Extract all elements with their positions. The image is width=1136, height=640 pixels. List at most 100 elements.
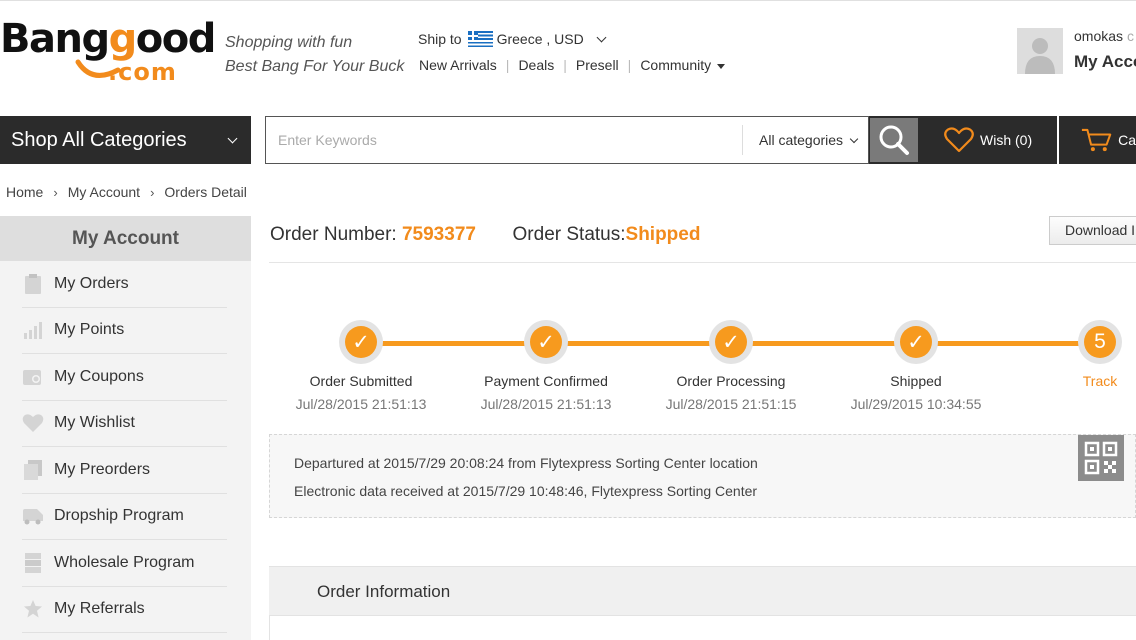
order-number: 7593377 [401,224,476,245]
cart-label: Ca [1118,132,1136,148]
wishlist-button[interactable]: Wish (0) [920,116,1057,164]
breadcrumb-arrow-icon: › [53,184,58,200]
shop-all-label: Shop All Categories [11,129,187,151]
step-label: Order Processing [676,373,786,389]
caret-down-icon [717,63,726,69]
breadcrumb-my-account[interactable]: My Account [68,184,140,200]
step-circle: ✓ [894,320,938,364]
user-silhouette-icon [1017,28,1063,74]
breadcrumb: Home › My Account › Orders Detail [6,184,247,200]
order-information-header: Order Information [269,566,1136,616]
sidebar-item-dropship-program[interactable]: Dropship Program [22,494,227,540]
username[interactable]: omokas c [1074,28,1134,44]
nav-presell[interactable]: Presell [576,57,619,73]
clipboard-icon [22,273,44,295]
sidebar-title: My Account [0,216,251,261]
cart-button[interactable]: Ca [1059,116,1136,164]
sidebar-item-my-preorders[interactable]: My Preorders [22,447,227,494]
my-account-link[interactable]: My Acco [1074,52,1136,72]
progress-step-processing: ✓ Order Processing Jul/28/2015 21:51:15 [631,320,831,412]
shop-all-categories-button[interactable]: Shop All Categories [0,116,251,164]
slogan: Shopping with fun Best Bang For Your Buc… [225,31,404,79]
step-label: Shipped [890,373,942,389]
nav-new-arrivals[interactable]: New Arrivals [419,57,497,73]
breadcrumb-home[interactable]: Home [6,184,43,200]
avatar[interactable] [1017,28,1063,74]
check-icon: ✓ [715,326,747,358]
sidebar-item-label: Wholesale Program [54,553,195,571]
sidebar-item-wholesale-program[interactable]: Wholesale Program [22,540,227,587]
category-select-value: All categories [759,132,844,148]
sidebar-item-my-referrals[interactable]: My Referrals [22,587,227,633]
step-circle: ✓ [524,320,568,364]
banggood-logo[interactable]: Banggood .com [0,16,216,86]
step-number: 5 [1084,326,1116,358]
greece-flag-icon [467,31,493,47]
username-suffix: c [1127,28,1135,44]
nav-separator: | [627,57,632,73]
nav-community[interactable]: Community [640,57,726,73]
tracking-line: Departured at 2015/7/29 20:08:24 from Fl… [294,455,758,471]
wishlist-label: Wish (0) [980,132,1033,148]
breadcrumb-arrow-icon: › [150,184,155,200]
top-border [0,0,1136,1]
username-text: omokas [1074,28,1124,44]
account-sidebar: My Account My Orders My Points My Coupon… [0,216,251,640]
step-label: Payment Confirmed [484,373,608,389]
tracking-line: Electronic data received at 2015/7/29 10… [294,483,758,499]
chevron-down-icon [596,32,607,42]
nav-deals[interactable]: Deals [518,57,554,73]
step-time: Jul/29/2015 10:34:55 [850,396,982,412]
star-icon [22,598,44,620]
search-input[interactable] [266,117,742,163]
search-button[interactable] [869,116,920,164]
ship-to-selector[interactable]: Ship to Greece , USD [418,31,607,47]
check-icon: ✓ [345,326,377,358]
slogan-line1: Shopping with fun [225,34,353,51]
heart-icon [944,127,974,153]
ship-to-value: Greece , USD [496,31,584,47]
chevron-down-icon [227,133,238,144]
step-label: Order Submitted [309,373,413,389]
progress-step-track[interactable]: 5 Track [1000,320,1136,389]
sidebar-item-label: My Orders [54,274,129,292]
search-box: All categories [265,116,869,164]
search-icon [879,125,909,155]
step-circle: ✓ [339,320,383,364]
progress-step-submitted: ✓ Order Submitted Jul/28/2015 21:51:13 [261,320,461,412]
step-time: Jul/28/2015 21:51:13 [480,396,612,412]
order-information-body [269,616,1136,640]
step-time: Jul/28/2015 21:51:15 [665,396,797,412]
sidebar-item-label: My Preorders [54,460,151,478]
progress-step-shipped: ✓ Shipped Jul/29/2015 10:34:55 [816,320,1016,412]
boxes-icon [22,552,44,574]
step-time: Jul/28/2015 21:51:13 [295,396,427,412]
search-button-face [870,118,918,162]
order-status-label: Order Status: [512,224,626,245]
step-circle: 5 [1078,320,1122,364]
truck-icon [22,505,44,527]
category-select[interactable]: All categories [742,125,870,155]
breadcrumb-orders-detail: Orders Detail [164,184,247,200]
step-circle: ✓ [709,320,753,364]
nav-separator: | [563,57,567,73]
nav-separator: | [505,57,510,73]
track-link[interactable]: Track [1000,373,1136,389]
chevron-down-icon [849,134,859,144]
order-header: Order Number: 7593377 Order Status:Shipp… [270,224,700,246]
download-invoice-button[interactable]: Download I [1049,216,1136,245]
sidebar-item-label: Dropship Program [54,507,184,525]
nav-community-label: Community [640,57,712,73]
check-icon: ✓ [530,326,562,358]
order-progress: ✓ Order Submitted Jul/28/2015 21:51:13 ✓… [0,320,1136,420]
logo-domain: .com [108,58,177,86]
sidebar-item-label: My Referrals [54,600,145,618]
divider [269,262,1136,263]
cart-icon [1081,128,1112,152]
check-icon: ✓ [900,326,932,358]
tracking-info-box: Departured at 2015/7/29 20:08:24 from Fl… [269,434,1136,518]
ship-to-label: Ship to [418,31,462,47]
top-nav: New Arrivals | Deals | Presell | Communi… [419,57,726,73]
qr-code-icon[interactable] [1078,435,1124,481]
sidebar-item-my-orders[interactable]: My Orders [22,261,227,308]
